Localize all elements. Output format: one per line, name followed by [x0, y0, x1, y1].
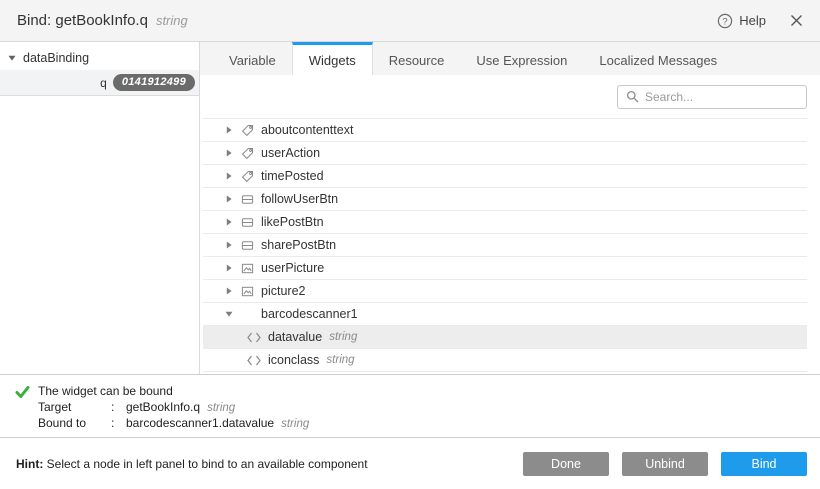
done-button[interactable]: Done	[523, 452, 609, 476]
help-label: Help	[739, 13, 766, 28]
code-icon	[247, 355, 261, 366]
question-circle-icon: ?	[717, 13, 733, 29]
widget-tree: aboutcontenttext userAction timePosted f…	[203, 118, 807, 374]
svg-text:?: ?	[723, 16, 728, 27]
widget-label: picture2	[261, 284, 305, 298]
widget-row-iconclass[interactable]: iconclass string	[203, 349, 807, 372]
dialog-body: dataBinding q 0141912499 Variable Widget…	[0, 42, 820, 374]
main-content: Variable Widgets Resource Use Expression…	[200, 42, 820, 374]
chevron-right-icon[interactable]	[225, 287, 233, 295]
tag-icon	[241, 147, 254, 160]
search-box	[617, 85, 807, 109]
chevron-down-icon[interactable]	[225, 310, 233, 318]
widget-row-likepostbtn[interactable]: likePostBtn	[203, 211, 807, 234]
widget-label: userPicture	[261, 261, 324, 275]
colon: :	[111, 416, 126, 432]
unbind-button[interactable]: Unbind	[622, 452, 708, 476]
widget-label: iconclass	[268, 353, 319, 367]
widget-label: barcodescanner1	[261, 307, 358, 321]
widget-label: datavalue	[268, 330, 322, 344]
widget-type: string	[329, 331, 357, 343]
widget-row-useraction[interactable]: userAction	[203, 142, 807, 165]
check-icon	[15, 385, 30, 437]
widget-row-barcodescanner1[interactable]: barcodescanner1	[203, 303, 807, 326]
tree-node-label: dataBinding	[23, 51, 89, 65]
status-target-row: Target:getBookInfo.q string	[38, 400, 309, 417]
widget-label: followUserBtn	[261, 192, 338, 206]
colon: :	[111, 400, 126, 416]
widget-type: string	[326, 354, 354, 366]
tab-resource[interactable]: Resource	[373, 42, 461, 75]
widget-row-followuserbtn[interactable]: followUserBtn	[203, 188, 807, 211]
data-binding-panel: dataBinding q 0141912499	[0, 42, 200, 374]
bound-value: barcodescanner1.datavalue	[126, 416, 274, 430]
titlebar: Bind: getBookInfo.q string ? Help	[0, 0, 820, 42]
tag-icon	[241, 124, 254, 137]
chevron-right-icon[interactable]	[225, 218, 233, 226]
chevron-right-icon[interactable]	[225, 241, 233, 249]
close-icon[interactable]	[790, 14, 803, 27]
search-row	[200, 75, 820, 118]
widget-row-timeposted[interactable]: timePosted	[203, 165, 807, 188]
footer: Hint: Select a node in left panel to bin…	[0, 437, 820, 489]
status-lines: The widget can be bound Target:getBookIn…	[38, 384, 309, 437]
code-icon	[247, 332, 261, 343]
widget-row-picture2[interactable]: picture2	[203, 280, 807, 303]
tree-node-databinding[interactable]: dataBinding	[0, 42, 199, 70]
tab-widgets[interactable]: Widgets	[292, 42, 373, 75]
widget-label: sharePostBtn	[261, 238, 336, 252]
hint-label: Hint:	[16, 457, 43, 471]
tag-icon	[241, 170, 254, 183]
bound-label: Bound to	[38, 416, 111, 432]
widget-label: aboutcontenttext	[261, 123, 353, 137]
tab-variable[interactable]: Variable	[213, 42, 292, 75]
dialog-title-type: string	[156, 13, 188, 28]
search-input[interactable]	[645, 90, 798, 104]
tab-use-expression[interactable]: Use Expression	[460, 42, 583, 75]
widget-row-aboutcontenttext[interactable]: aboutcontenttext	[203, 119, 807, 142]
button-icon	[241, 216, 254, 229]
chevron-right-icon[interactable]	[225, 195, 233, 203]
tab-localized-messages[interactable]: Localized Messages	[583, 42, 733, 75]
dialog-title: Bind: getBookInfo.q	[17, 12, 148, 29]
status-message: The widget can be bound	[38, 384, 309, 400]
widget-row-datavalue[interactable]: datavalue string	[203, 326, 807, 349]
bound-type: string	[281, 418, 309, 430]
value-badge: 0141912499	[113, 74, 195, 91]
tree-node-label: q	[100, 76, 107, 90]
button-icon	[241, 193, 254, 206]
target-label: Target	[38, 400, 111, 416]
target-value: getBookInfo.q	[126, 400, 200, 414]
status-bound-row: Bound to:barcodescanner1.datavalue string	[38, 416, 309, 433]
image-icon	[241, 262, 254, 275]
widget-label: timePosted	[261, 169, 324, 183]
widget-row-userpicture[interactable]: userPicture	[203, 257, 807, 280]
titlebar-actions: ? Help	[717, 13, 803, 29]
bind-button[interactable]: Bind	[721, 452, 807, 476]
widget-label: userAction	[261, 146, 320, 160]
widget-label: likePostBtn	[261, 215, 324, 229]
tabbar: Variable Widgets Resource Use Expression…	[200, 42, 820, 75]
widget-row-sharepostbtn[interactable]: sharePostBtn	[203, 234, 807, 257]
chevron-right-icon[interactable]	[225, 126, 233, 134]
action-buttons: Done Unbind Bind	[523, 452, 807, 476]
chevron-down-icon	[8, 54, 16, 62]
chevron-right-icon[interactable]	[225, 149, 233, 157]
help-button[interactable]: ? Help	[717, 13, 766, 29]
button-icon	[241, 239, 254, 252]
chevron-right-icon[interactable]	[225, 172, 233, 180]
bind-status: The widget can be bound Target:getBookIn…	[0, 374, 820, 437]
target-type: string	[207, 402, 235, 414]
chevron-right-icon[interactable]	[225, 264, 233, 272]
bind-dialog: Bind: getBookInfo.q string ? Help dataBi…	[0, 0, 820, 489]
search-icon	[626, 90, 639, 103]
tree-node-q[interactable]: q 0141912499	[0, 70, 199, 96]
hint-text: Hint: Select a node in left panel to bin…	[16, 457, 368, 471]
image-icon	[241, 285, 254, 298]
